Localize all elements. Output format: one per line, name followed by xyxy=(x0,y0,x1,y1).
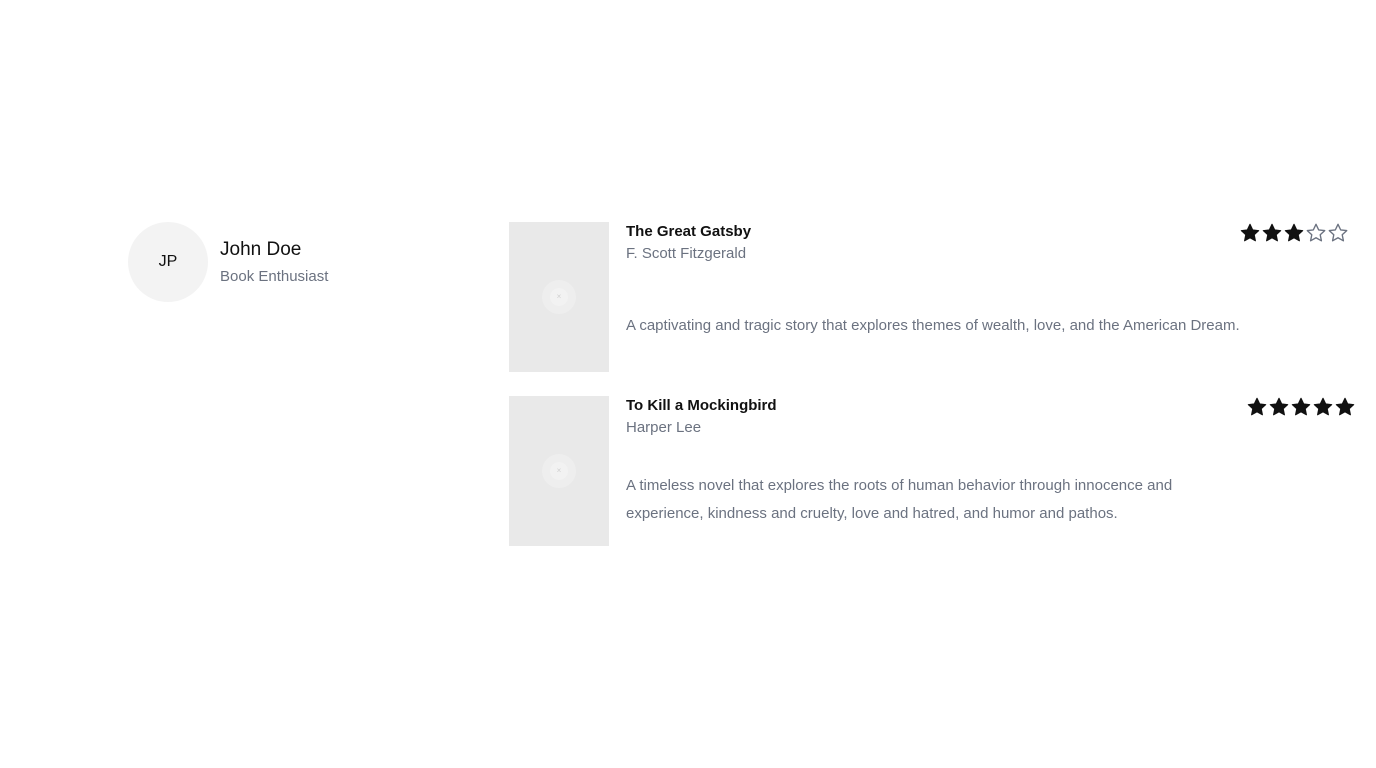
profile-card: JP John Doe Book Enthusiast xyxy=(128,222,328,302)
star-empty-icon[interactable] xyxy=(1305,222,1327,244)
review-text: A timeless novel that explores the roots… xyxy=(626,477,1173,522)
avatar-initials: JP xyxy=(158,253,178,270)
star-filled-icon[interactable] xyxy=(1261,222,1283,244)
image-placeholder-icon: × xyxy=(542,454,576,488)
book-cover[interactable]: × xyxy=(509,396,609,546)
review-body: To Kill a Mockingbird Harper Lee A timel… xyxy=(626,396,1355,546)
star-filled-icon[interactable] xyxy=(1312,396,1334,418)
star-filled-icon[interactable] xyxy=(1334,396,1356,418)
page: JP John Doe Book Enthusiast × The Great … xyxy=(0,0,1376,768)
profile-name: John Doe xyxy=(220,238,302,260)
star-filled-icon[interactable] xyxy=(1239,222,1261,244)
image-placeholder-icon: × xyxy=(542,280,576,314)
book-title[interactable]: To Kill a Mockingbird xyxy=(626,396,1248,416)
star-empty-icon[interactable] xyxy=(1327,222,1349,244)
review-body: The Great Gatsby F. Scott Fitzgerald A c… xyxy=(626,222,1348,372)
star-filled-icon[interactable] xyxy=(1290,396,1312,418)
star-rating xyxy=(1246,396,1356,418)
star-filled-icon[interactable] xyxy=(1246,396,1268,418)
book-cover[interactable]: × xyxy=(509,222,609,372)
avatar[interactable]: JP xyxy=(128,222,208,302)
star-filled-icon[interactable] xyxy=(1268,396,1290,418)
review-list: × The Great Gatsby F. Scott Fitzgerald A… xyxy=(509,222,1355,570)
book-title[interactable]: The Great Gatsby xyxy=(626,222,1248,242)
review-text: A captivating and tragic story that expl… xyxy=(626,317,1240,334)
review-item: × To Kill a Mockingbird Harper Lee A tim… xyxy=(509,396,1355,546)
profile-info: John Doe Book Enthusiast xyxy=(220,238,328,287)
star-rating xyxy=(1239,222,1349,244)
profile-role: Book Enthusiast xyxy=(220,267,329,285)
book-author: Harper Lee xyxy=(626,419,702,436)
review-item: × The Great Gatsby F. Scott Fitzgerald A… xyxy=(509,222,1348,372)
book-author: F. Scott Fitzgerald xyxy=(626,245,747,262)
star-filled-icon[interactable] xyxy=(1283,222,1305,244)
